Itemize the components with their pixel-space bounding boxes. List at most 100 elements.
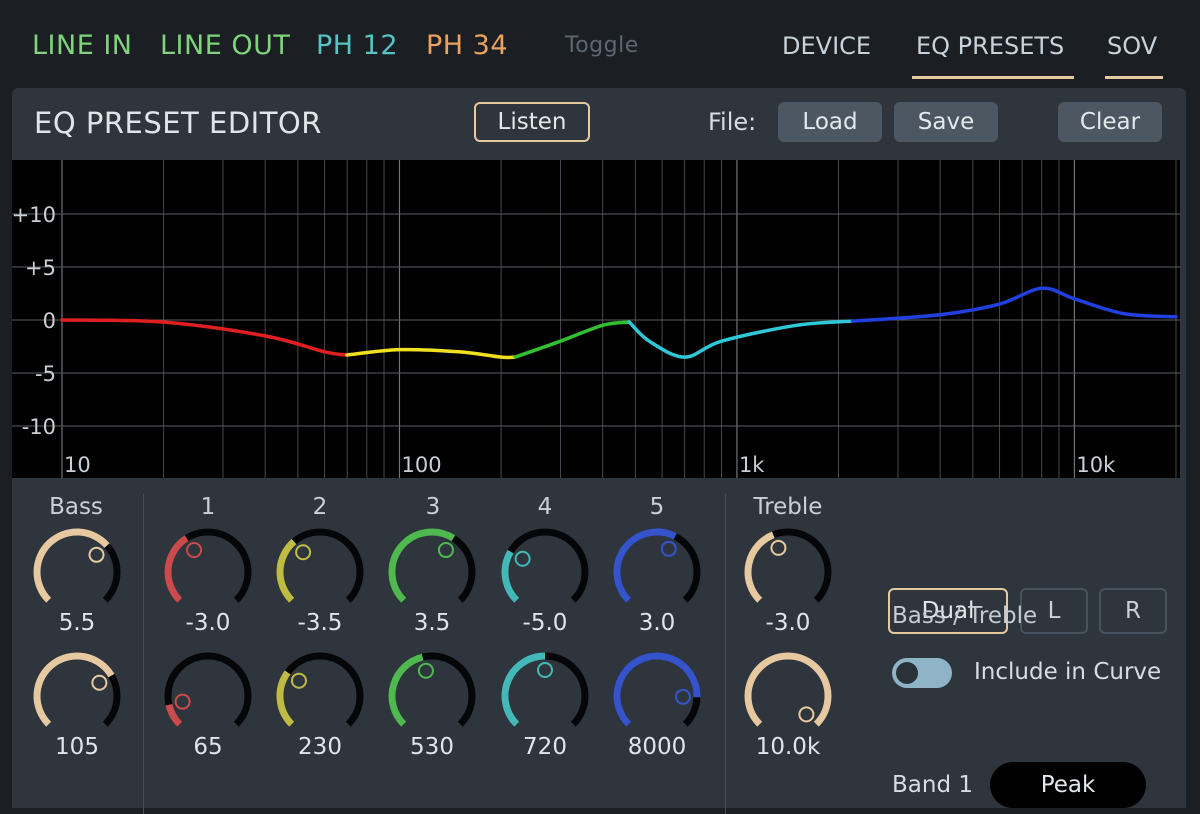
bass-treble-label: Bass / Treble [892, 603, 1038, 629]
band-4-gain-knob-indicator [514, 550, 531, 567]
band-3-gain-knob[interactable] [384, 524, 480, 620]
band-1-freq-knob[interactable] [160, 648, 256, 744]
band-2-freq-knob-dial [276, 652, 364, 727]
clear-button[interactable]: Clear [1058, 102, 1162, 142]
bass-freq-knob-dial [33, 652, 121, 727]
band-4-gain-knob[interactable] [497, 524, 593, 620]
y-tick-label: -5 [35, 362, 56, 386]
treble-gain-knob-dial [744, 528, 832, 603]
nav-eq-presets[interactable]: EQ PRESETS [916, 32, 1064, 60]
band-1-gain-knob-value-arc [164, 535, 189, 603]
bass-label: Bass [49, 494, 103, 520]
bass-freq-knob[interactable] [29, 648, 125, 744]
band-5-gain-knob[interactable] [609, 524, 705, 620]
band-4-freq-knob-indicator [537, 662, 553, 678]
treble-gain-knob[interactable] [740, 524, 836, 620]
eq-curve-segment-4 [627, 319, 855, 359]
treble-gain-knob-value-arc [744, 531, 775, 603]
nav-eq-presets-underline [912, 76, 1074, 79]
band-1-freq-knob-dial [164, 652, 252, 727]
band-4-freq-knob-value: 720 [523, 734, 567, 760]
band-5-gain-knob-value: 3.0 [638, 610, 676, 636]
band-5-freq-knob[interactable] [609, 648, 705, 744]
include-in-curve-label: Include in Curve [974, 659, 1162, 685]
band-5-freq-knob-indicator [674, 688, 691, 705]
eq-curve-segment-2 [345, 347, 517, 360]
eq-preset-editor-panel: EQ PRESET EDITOR Listen File: Load Save … [12, 88, 1186, 814]
y-tick-label: -10 [22, 415, 56, 439]
treble-gain-knob-indicator [770, 539, 787, 556]
band-2-freq-knob-indicator [290, 672, 307, 689]
x-tick-label: 100 [401, 453, 441, 477]
band-4-label: 4 [537, 494, 553, 520]
tab-line-out[interactable]: LINE OUT [160, 30, 290, 61]
band-3-freq-knob-value-arc [388, 653, 424, 727]
bass-freq-knob-value: 105 [55, 734, 99, 760]
y-tick-label: +10 [12, 203, 56, 227]
treble-freq-knob-dial [744, 652, 832, 727]
eq-curve-segment-3 [513, 320, 632, 359]
band-1-gain-knob-indicator [186, 542, 203, 559]
treble-freq-knob-value-arc [744, 652, 832, 727]
eq-curve-segment-1 [60, 318, 349, 357]
tab-ph-12[interactable]: PH 12 [316, 30, 398, 61]
divider-left [143, 494, 144, 814]
band-1-gain-knob-value: -3.0 [185, 610, 231, 636]
bass-gain-knob-value: 5.5 [58, 610, 96, 636]
band-3-freq-knob-dial [388, 652, 476, 727]
tab-line-in[interactable]: LINE IN [32, 30, 133, 61]
band-4-gain-knob-track [501, 528, 589, 603]
include-in-curve-toggle[interactable] [892, 658, 952, 688]
nav-sov-underline [1105, 76, 1163, 79]
band-1-freq-knob-indicator [174, 693, 191, 710]
panel-title: EQ PRESET EDITOR [34, 106, 322, 140]
band-5-gain-knob-indicator [660, 540, 677, 557]
band-1-freq-knob-value: 65 [193, 734, 223, 760]
band-2-label: 2 [312, 494, 328, 520]
band-4-gain-knob-dial [501, 528, 589, 603]
band-2-freq-knob-track [276, 652, 364, 727]
band-2-gain-knob-indicator [295, 544, 312, 561]
panel-header: EQ PRESET EDITOR Listen File: Load Save … [12, 88, 1186, 160]
band-2-gain-knob[interactable] [272, 524, 368, 620]
band-type-select[interactable]: Peak [990, 762, 1146, 808]
nav-device[interactable]: DEVICE [782, 32, 871, 60]
y-tick-label: 0 [43, 309, 56, 333]
band-2-freq-knob-value: 230 [298, 734, 342, 760]
load-button[interactable]: Load [778, 102, 882, 142]
band-2-gain-knob-value-arc [276, 538, 297, 603]
band-3-gain-knob-value: 3.5 [413, 610, 451, 636]
band-1-gain-knob-dial [164, 528, 252, 603]
divider-right [725, 494, 726, 814]
listen-button[interactable]: Listen [474, 102, 590, 142]
treble-gain-knob-value: -3.0 [765, 610, 811, 636]
save-button[interactable]: Save [894, 102, 998, 142]
bass-gain-knob-indicator [88, 546, 105, 563]
bass-freq-knob-indicator [91, 674, 108, 691]
bass-gain-knob[interactable] [29, 524, 125, 620]
eq-curve-graph[interactable]: +10 +5 0 -5 -10 10 100 1k 10k [12, 160, 1180, 478]
treble-label: Treble [753, 494, 823, 520]
treble-freq-knob[interactable] [740, 648, 836, 744]
x-tick-label: 10 [64, 453, 91, 477]
toggle-button[interactable]: Toggle [565, 33, 639, 58]
nav-sov[interactable]: SOV [1107, 32, 1157, 60]
right-channel-button[interactable]: R [1099, 588, 1167, 634]
band-1-gain-knob[interactable] [160, 524, 256, 620]
band-3-gain-knob-indicator [437, 542, 454, 559]
band-2-freq-knob[interactable] [272, 648, 368, 744]
band-3-label: 3 [425, 494, 441, 520]
eq-curve-svg[interactable]: +10 +5 0 -5 -10 10 100 1k 10k [12, 160, 1180, 478]
band-3-freq-knob-value: 530 [410, 734, 454, 760]
x-tick-label: 1k [739, 453, 765, 477]
x-tick-label: 10k [1076, 453, 1116, 477]
band-3-freq-knob[interactable] [384, 648, 480, 744]
treble-freq-knob-indicator [798, 706, 815, 723]
tab-ph-34[interactable]: PH 34 [426, 30, 508, 61]
band-2-gain-knob-value: -3.5 [297, 610, 343, 636]
band-5-freq-knob-value: 8000 [627, 734, 687, 760]
band-3-freq-knob-indicator [417, 662, 434, 679]
band-1-label: 1 [200, 494, 216, 520]
band-4-freq-knob[interactable] [497, 648, 593, 744]
y-tick-label: +5 [25, 256, 56, 280]
